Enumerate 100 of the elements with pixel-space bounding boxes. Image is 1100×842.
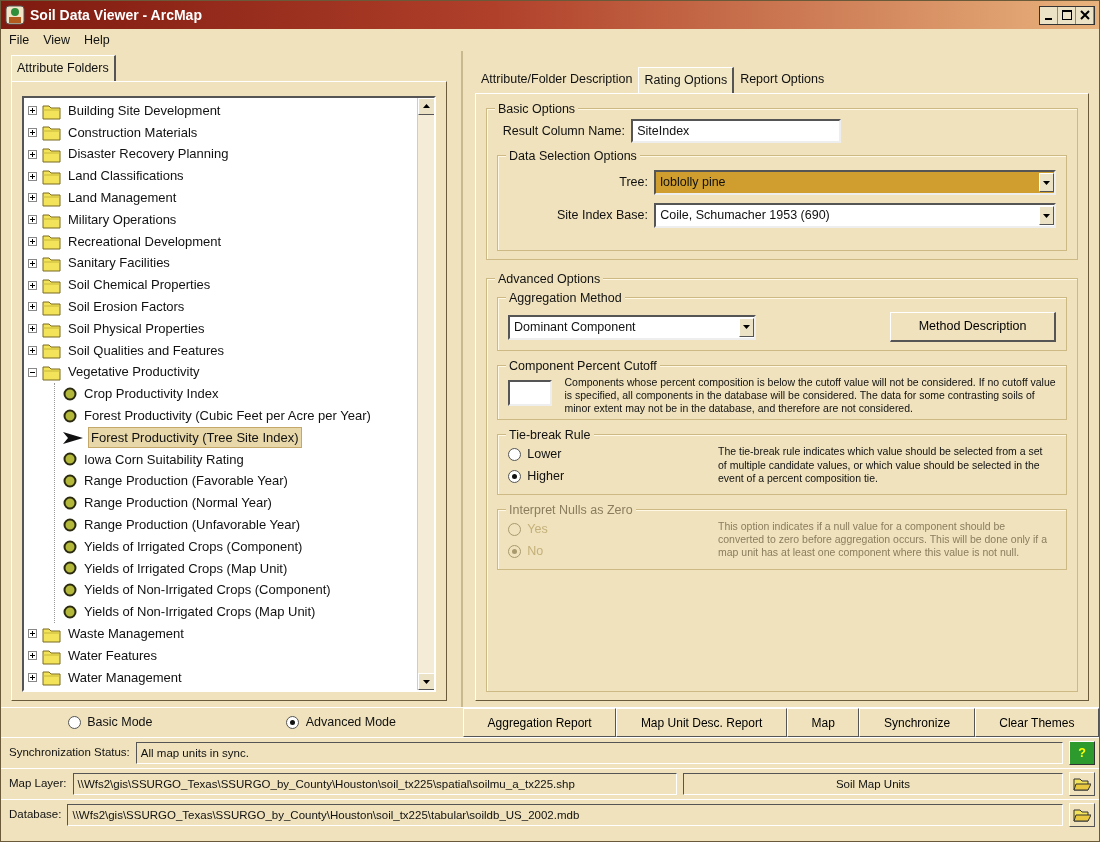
tree-item[interactable]: Water Features (66, 645, 160, 666)
expand-icon[interactable] (28, 280, 37, 290)
tree-item[interactable]: Range Production (Favorable Year) (82, 471, 290, 491)
folder-icon (42, 232, 61, 251)
expand-icon[interactable] (28, 324, 37, 334)
radio-label: Yes (527, 521, 548, 538)
expand-icon[interactable] (28, 258, 37, 268)
tree-item[interactable]: Soil Qualities and Features (66, 340, 227, 361)
scrollbar[interactable] (417, 97, 434, 691)
field-label: Tree: (618, 174, 648, 192)
expand-icon[interactable] (28, 629, 37, 639)
tab[interactable]: Attribute Folders (11, 55, 116, 81)
open-folder-button[interactable] (1069, 772, 1095, 796)
menu-item[interactable]: View (43, 30, 71, 50)
tree-item[interactable]: Military Operations (66, 209, 179, 230)
expand-icon[interactable] (28, 193, 37, 203)
tree-item[interactable]: Yields of Non-Irrigated Crops (Component) (82, 580, 333, 600)
open-folder-button[interactable] (1069, 803, 1095, 827)
status-field: All map units in sync. (135, 742, 1063, 764)
menu-item[interactable]: Help (84, 30, 110, 50)
maximize-icon (1061, 10, 1072, 20)
folder-icon (42, 276, 61, 294)
window-title: Soil Data Viewer - ArcMap (30, 5, 202, 25)
folder-icon (42, 668, 61, 687)
minimize-button[interactable] (1040, 6, 1058, 24)
tree-item[interactable]: Forest Productivity (Tree Site Index) (88, 426, 302, 449)
expand-icon[interactable] (28, 302, 37, 312)
tree-item[interactable]: Iowa Corn Suitability Rating (82, 449, 246, 470)
tree-item[interactable]: Building Site Development (66, 100, 223, 121)
toolbar-button[interactable]: Clear Themes (974, 708, 1099, 737)
field-label: Map Layer: (9, 776, 67, 792)
expand-icon[interactable] (28, 345, 37, 355)
close-icon (1079, 10, 1090, 20)
radio-button[interactable] (67, 716, 81, 729)
toolbar-button[interactable]: Map Unit Desc. Report (616, 708, 787, 737)
folder-icon (42, 123, 61, 142)
tree-item[interactable]: Recreational Development (66, 231, 224, 252)
tree-item[interactable]: Yields of Non-Irrigated Crops (Map Unit) (82, 602, 318, 622)
radio-label: Basic Mode (87, 714, 153, 732)
expand-icon[interactable] (28, 672, 37, 682)
expand-icon[interactable] (28, 127, 37, 137)
tree-item[interactable]: Land Classifications (66, 166, 186, 186)
expand-icon[interactable] (28, 171, 37, 181)
field-label: Database: (9, 807, 62, 823)
method-description-button[interactable]: Method Description (890, 312, 1056, 342)
radio-button[interactable] (286, 716, 300, 729)
tree-item[interactable]: Forest Productivity (Cubic Feet per Acre per Year) (82, 406, 373, 426)
tree-item[interactable]: Water Management (66, 667, 184, 688)
tree-item[interactable]: Range Production (Normal Year) (82, 493, 274, 513)
tree-item[interactable]: Disaster Recovery Planning (66, 144, 231, 164)
tree-item[interactable]: Soil Chemical Properties (66, 275, 213, 295)
description-text: The tie-break rule indicates which value should be selected from a set of multiple candidate values, or which value should be selected in the event of a percent composition tie. (718, 445, 1044, 486)
tree-item[interactable]: Vegetative Productivity (66, 362, 202, 382)
expand-icon[interactable] (28, 215, 37, 225)
dropdown[interactable]: loblolly pine (654, 170, 1056, 195)
expand-icon[interactable] (28, 651, 37, 661)
expand-icon[interactable] (28, 149, 37, 159)
scroll-up-icon (423, 104, 430, 109)
open-folder-icon (1073, 807, 1091, 823)
radio-label: No (527, 542, 544, 560)
folder-icon (42, 341, 61, 360)
field-label: Result Column Name: (501, 122, 625, 140)
maximize-button[interactable] (1058, 6, 1076, 24)
tree-item[interactable]: Range Production (Unfavorable Year) (82, 515, 303, 535)
expand-icon[interactable] (28, 106, 37, 116)
description-text: This option indicates if a null value for a component should be converted to zero before aggregation occurs. This will be done only if a map unit has at least one component where this value is not null. (718, 520, 1048, 561)
text-field[interactable]: SiteIndex (631, 119, 842, 143)
toolbar-button[interactable]: Aggregation Report (463, 708, 617, 737)
tree-item[interactable]: Soil Erosion Factors (66, 297, 187, 317)
folder-icon (42, 167, 61, 186)
path-field: \\Wfs2\gis\SSURGO_Texas\SSURGO_by_County\Houston\soil_tx225\tabular\soildb_US_2002.mdb (67, 804, 1063, 826)
toolbar-button[interactable]: Synchronize (859, 708, 975, 737)
tree-item[interactable]: Sanitary Facilities (66, 253, 172, 273)
tree-item[interactable]: Soil Physical Properties (66, 318, 207, 339)
dropdown-arrow-icon (743, 325, 750, 329)
cutoff-field[interactable] (508, 380, 552, 406)
field-label: Site Index Base: (555, 207, 648, 225)
collapse-icon[interactable] (28, 367, 37, 377)
tree-item[interactable]: Construction Materials (66, 122, 200, 143)
dropdown[interactable]: Dominant Component (508, 314, 756, 340)
tree-item[interactable]: Land Management (66, 188, 179, 208)
radio-button[interactable] (508, 448, 521, 462)
scroll-down-icon (423, 679, 430, 684)
radio-button[interactable] (508, 470, 521, 484)
dropdown[interactable]: Coile, Schumacher 1953 (690) (654, 203, 1056, 228)
tab[interactable]: Rating Options (638, 67, 735, 93)
path-field: \\Wfs2\gis\SSURGO_Texas\SSURGO_by_County\Houston\soil_tx225\spatial\soilmu_a_tx225.shp (72, 773, 677, 795)
tree-item[interactable]: Waste Management (66, 624, 186, 644)
close-button[interactable] (1076, 6, 1094, 24)
toolbar-button[interactable]: Map (786, 708, 860, 737)
tree-item[interactable]: Yields of Irrigated Crops (Component) (82, 536, 305, 557)
tree-item[interactable]: Crop Productivity Index (82, 384, 221, 404)
folder-icon (42, 363, 61, 382)
menu-item[interactable]: File (9, 30, 30, 50)
app-icon (5, 5, 25, 25)
minimize-icon (1045, 17, 1052, 20)
expand-icon[interactable] (28, 236, 37, 246)
tree-item[interactable]: Yields of Irrigated Crops (Map Unit) (82, 558, 290, 579)
dropdown-arrow-icon (1043, 180, 1050, 185)
open-folder-icon (1073, 776, 1091, 792)
